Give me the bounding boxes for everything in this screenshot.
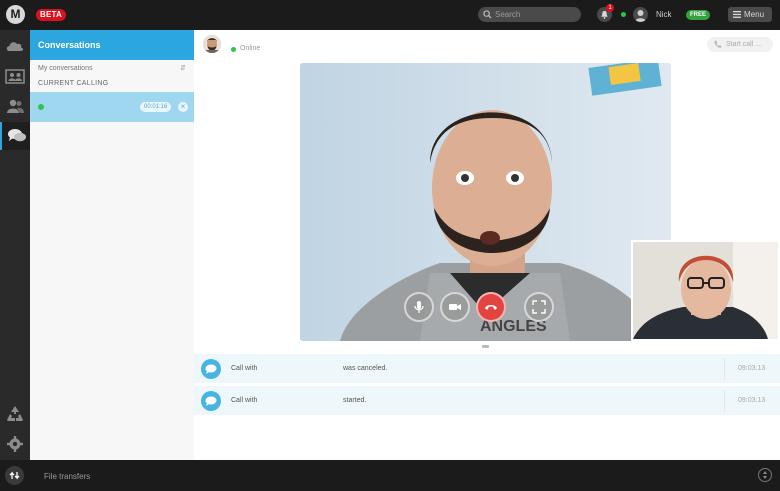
contact-status-dot — [231, 47, 236, 52]
plan-badge[interactable]: FREE — [686, 10, 711, 20]
top-bar: M BETA Search 1 Nick FREE Menu — [0, 0, 780, 30]
search-input[interactable]: Search — [478, 7, 581, 22]
search-icon — [483, 10, 492, 19]
local-video-feed — [633, 242, 778, 339]
current-calling-heading: CURRENT CALLING — [38, 80, 109, 87]
microphone-icon — [414, 301, 424, 313]
cloud-icon — [6, 42, 24, 51]
app-logo[interactable]: M — [6, 5, 25, 24]
log-status: was canceled. — [343, 365, 388, 372]
sidebar-item-chat[interactable] — [0, 122, 30, 150]
file-transfers-label[interactable]: File transfers — [44, 472, 90, 481]
local-video-preview[interactable] — [631, 240, 780, 341]
sidebar-item-cloud-drive[interactable] — [0, 32, 30, 60]
sort-arrows-icon[interactable]: ⇵ — [180, 64, 186, 72]
list-item: Call with was canceled. 09:03:13 — [194, 353, 780, 383]
fullscreen-icon — [532, 300, 546, 314]
active-call-item[interactable]: 00:01:16 × — [30, 92, 194, 122]
file-transfers-button[interactable] — [5, 466, 24, 485]
chat-bubble-icon — [201, 391, 221, 411]
beta-badge: BETA — [36, 9, 66, 21]
transfer-settings-button[interactable] — [758, 468, 772, 482]
avatar[interactable] — [633, 7, 648, 22]
log-timestamp: 09:03:13 — [738, 365, 766, 372]
people-icon — [7, 99, 24, 113]
close-icon[interactable]: × — [178, 102, 188, 112]
left-sidebar — [0, 30, 30, 460]
fullscreen-button[interactable] — [524, 292, 554, 322]
contact-status-text: Online — [240, 45, 261, 52]
arrows-icon — [763, 471, 767, 479]
toggle-video-button[interactable] — [440, 292, 470, 322]
resize-handle[interactable] — [482, 345, 489, 348]
user-silhouette-icon — [635, 10, 646, 22]
divider — [724, 390, 725, 412]
sidebar-item-contacts[interactable] — [0, 92, 30, 120]
call-view: Online Start call ... ANGLES Call with w… — [194, 30, 780, 460]
recycle-bin-icon — [7, 406, 23, 421]
bottom-bar: File transfers — [0, 460, 780, 491]
chat-bubble-icon — [201, 359, 221, 379]
contacts-card-icon — [5, 69, 25, 84]
online-status-dot — [621, 12, 626, 17]
call-timer: 00:01:16 — [140, 102, 172, 112]
conversations-sort-dropdown[interactable]: My conversations — [38, 65, 92, 72]
hangup-icon — [485, 305, 497, 310]
contact-online-dot — [38, 104, 44, 110]
conversations-title: Conversations — [30, 30, 194, 60]
start-call-button[interactable]: Start call ... — [707, 37, 773, 52]
conversations-panel: Conversations My conversations ⇵ CURRENT… — [30, 30, 194, 460]
sidebar-item-settings[interactable] — [0, 430, 30, 458]
start-call-label: Start call ... — [726, 41, 762, 48]
log-prefix: Call with — [231, 397, 258, 404]
log-status: started. — [343, 397, 367, 404]
phone-icon — [714, 40, 722, 48]
hamburger-icon — [733, 11, 741, 18]
mute-microphone-button[interactable] — [404, 292, 434, 322]
chat-bubbles-icon — [8, 129, 26, 142]
log-timestamp: 09:03:13 — [738, 397, 766, 404]
notifications-button[interactable]: 1 — [597, 4, 614, 22]
username[interactable]: Nick — [656, 10, 672, 19]
menu-button[interactable]: Menu — [728, 7, 772, 22]
contact-face-image — [203, 35, 221, 53]
search-placeholder: Search — [495, 10, 521, 19]
contact-avatar[interactable] — [203, 35, 221, 53]
menu-label: Menu — [744, 10, 765, 19]
list-item: Call with started. 09:03:13 — [194, 385, 780, 415]
sidebar-item-rubbish-bin[interactable] — [0, 400, 30, 428]
divider — [724, 358, 725, 380]
notification-count-badge: 1 — [606, 4, 614, 12]
sidebar-item-contacts-card[interactable] — [0, 62, 30, 90]
gear-icon — [7, 436, 23, 452]
video-camera-icon — [449, 304, 461, 310]
transfer-arrows-icon — [9, 471, 20, 480]
hang-up-button[interactable] — [476, 292, 506, 322]
log-prefix: Call with — [231, 365, 258, 372]
